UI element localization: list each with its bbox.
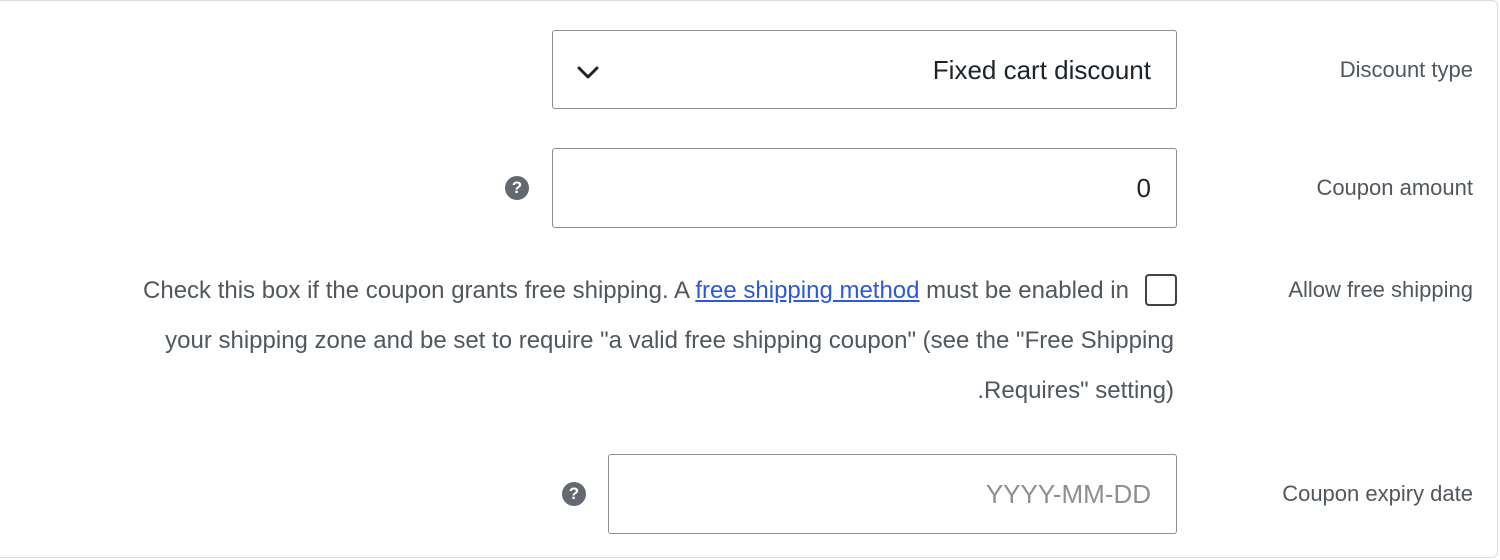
discount-type-value: Fixed cart discount bbox=[932, 55, 1151, 85]
coupon-general-panel: Discount type Fixed cart discount Coupon… bbox=[0, 0, 1498, 558]
free-shipping-checkbox[interactable] bbox=[1145, 274, 1177, 306]
free-shipping-description-line3: .Requires" setting) bbox=[977, 377, 1174, 404]
free-shipping-description-line2: your shipping zone and be set to require… bbox=[165, 327, 1174, 354]
expiry-date-input[interactable] bbox=[608, 454, 1177, 534]
coupon-amount-input[interactable] bbox=[552, 148, 1177, 228]
discount-type-label: Discount type bbox=[1339, 57, 1473, 82]
question-icon[interactable]: ? bbox=[505, 176, 529, 200]
coupon-expiry-date-label: Coupon expiry date bbox=[1282, 481, 1473, 506]
question-icon[interactable]: ? bbox=[562, 482, 586, 506]
allow-free-shipping-label: Allow free shipping bbox=[1288, 277, 1473, 302]
free-shipping-method-link[interactable]: free shipping method bbox=[695, 277, 919, 304]
chevron-down-icon bbox=[577, 66, 599, 79]
description-text: Check this box if the coupon grants free… bbox=[143, 277, 696, 304]
free-shipping-description-line1: Check this box if the coupon grants free… bbox=[143, 277, 1129, 305]
discount-type-select[interactable]: Fixed cart discount bbox=[552, 30, 1177, 109]
coupon-amount-label: Coupon amount bbox=[1316, 175, 1473, 200]
description-text: must be enabled in bbox=[919, 277, 1129, 304]
